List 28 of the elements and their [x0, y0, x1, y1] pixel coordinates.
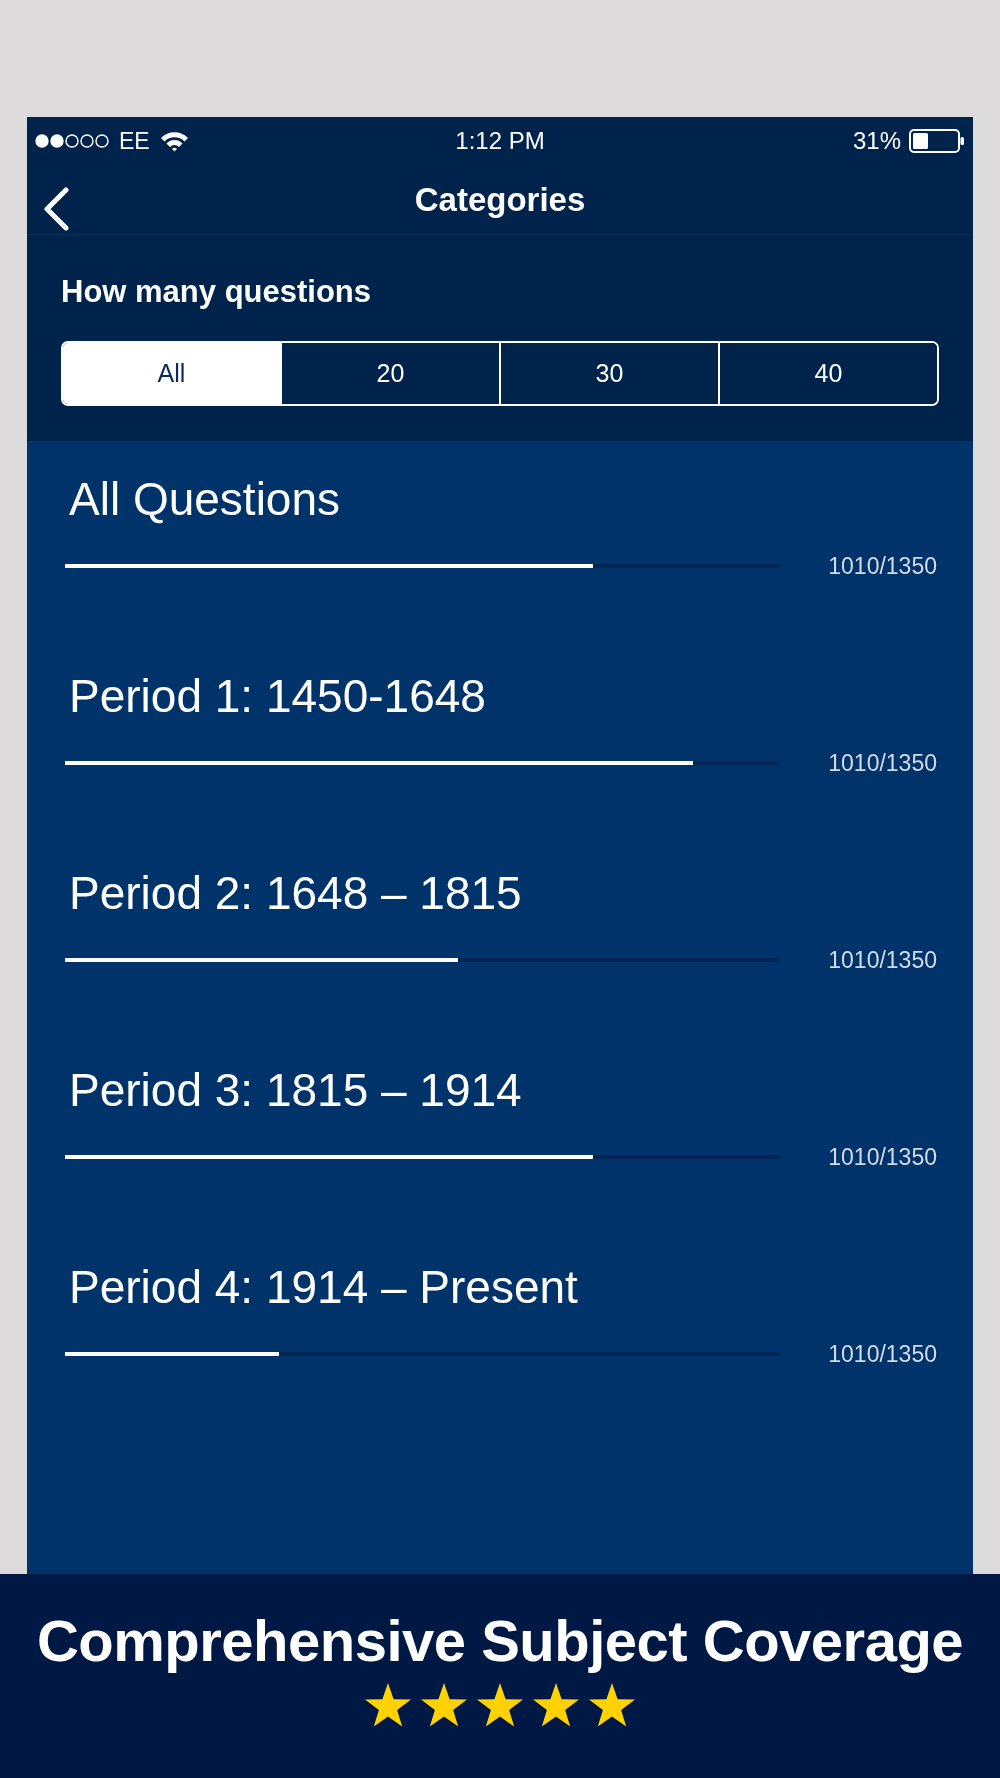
back-button[interactable] [43, 187, 69, 231]
progress-count: 1010/1350 [828, 1145, 937, 1169]
carrier-name: EE [119, 129, 150, 153]
category-title[interactable]: Period 2: 1648 – 1815 [65, 867, 522, 919]
category-title[interactable]: All Questions [65, 473, 340, 525]
battery-percent: 31% [852, 129, 901, 153]
star-icon [588, 1682, 636, 1728]
clock-time: 1:12 PM [455, 129, 545, 153]
star-icon [364, 1682, 412, 1728]
category-title[interactable]: Period 4: 1914 – Present [65, 1261, 578, 1313]
category-title[interactable]: Period 3: 1815 – 1914 [65, 1064, 522, 1116]
category-title[interactable]: Period 1: 1450-1648 [65, 670, 486, 722]
section-label: How many questions [61, 275, 372, 309]
segment-option[interactable]: All [63, 343, 280, 404]
back-chevron-icon [43, 187, 69, 231]
star-icon [532, 1682, 580, 1728]
progress-count: 1010/1350 [828, 1342, 937, 1366]
screen-title: Categories [414, 183, 586, 216]
progress-count: 1010/1350 [828, 554, 937, 578]
progress-count: 1010/1350 [828, 751, 937, 775]
progress-count: 1010/1350 [828, 948, 937, 972]
star-icon [420, 1682, 468, 1728]
wifi-icon [159, 130, 189, 152]
banner-headline: Comprehensive Subject Coverage [36, 1608, 964, 1674]
signal-strength-icon [35, 134, 109, 148]
battery-icon [909, 129, 965, 153]
segment-option[interactable]: 40 [718, 343, 937, 404]
star-icon [476, 1682, 524, 1728]
